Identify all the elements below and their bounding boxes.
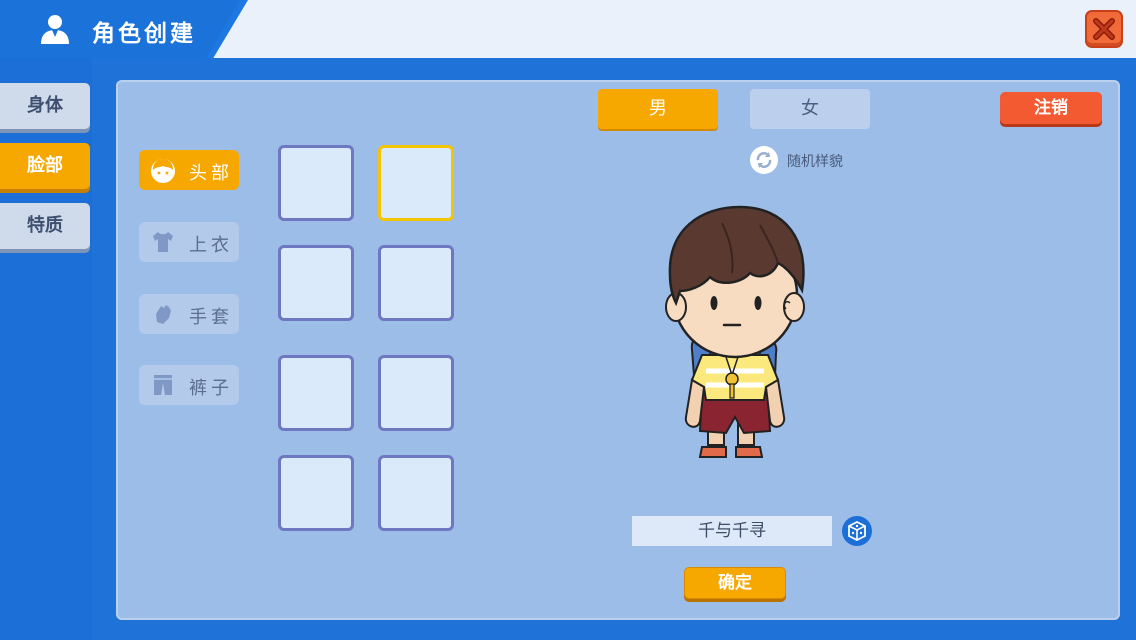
close-icon <box>1093 18 1115 40</box>
dice-icon <box>848 520 866 542</box>
category-head-button[interactable]: 头部 <box>139 150 239 190</box>
category-gloves-label: 手套 <box>189 307 233 328</box>
close-button[interactable] <box>1085 10 1123 48</box>
tab-body[interactable]: 身体 <box>0 83 90 129</box>
category-head-label: 头部 <box>189 163 233 184</box>
category-top-label: 上衣 <box>189 235 233 256</box>
item-slot[interactable] <box>378 455 454 531</box>
hair-icon <box>151 159 175 183</box>
character-name-input[interactable]: 千与千寻 <box>632 516 832 546</box>
user-icon <box>41 15 69 44</box>
refresh-icon <box>756 152 772 168</box>
tab-face[interactable]: 脸部 <box>0 143 90 189</box>
pants-icon <box>154 375 172 395</box>
page-title: 角色创建 <box>92 21 196 47</box>
item-slot[interactable] <box>278 355 354 431</box>
item-slot[interactable] <box>278 145 354 221</box>
shirt-icon <box>153 232 173 252</box>
character-avatar <box>665 205 805 458</box>
item-slot[interactable] <box>278 245 354 321</box>
confirm-button[interactable]: 确定 <box>684 567 786 599</box>
category-pants-button[interactable]: 裤子 <box>139 365 239 405</box>
logout-button[interactable]: 注销 <box>1000 92 1102 124</box>
gender-male-button[interactable]: 男 <box>598 89 718 129</box>
item-slot-selected[interactable] <box>378 145 454 221</box>
item-slot[interactable] <box>378 245 454 321</box>
glove-icon <box>156 305 171 324</box>
random-name-button[interactable] <box>842 516 872 546</box>
random-appearance-label: 随机样貌 <box>787 154 843 170</box>
item-slot[interactable] <box>278 455 354 531</box>
tab-traits[interactable]: 特质 <box>0 203 90 249</box>
item-slot[interactable] <box>378 355 454 431</box>
category-gloves-button[interactable]: 手套 <box>139 294 239 334</box>
gender-female-button[interactable]: 女 <box>750 89 870 129</box>
main-panel <box>116 80 1120 620</box>
category-top-button[interactable]: 上衣 <box>139 222 239 262</box>
category-pants-label: 裤子 <box>189 378 233 399</box>
